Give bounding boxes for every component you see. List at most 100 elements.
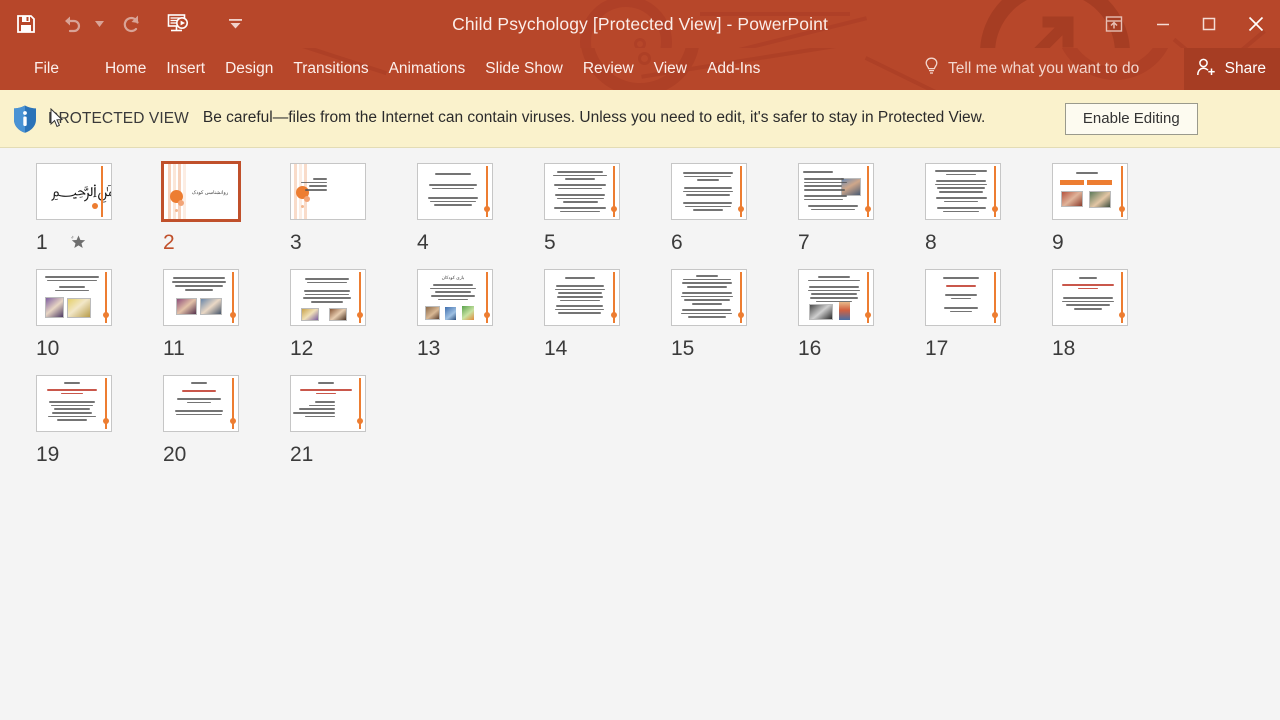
- decorative-arrow: [1016, 2, 1088, 48]
- tab-transitions[interactable]: Transitions: [283, 48, 378, 90]
- slide-number: 19: [36, 442, 60, 466]
- tab-add-ins[interactable]: Add-Ins: [697, 48, 770, 90]
- slide-image: [301, 308, 319, 321]
- slide-number: 9: [1052, 230, 1064, 254]
- redo-button[interactable]: [112, 4, 152, 44]
- slide-thumbnail-6[interactable]: 6: [671, 163, 798, 255]
- customize-quick-access-toolbar-button[interactable]: [222, 4, 248, 44]
- slide-thumbnail-11[interactable]: 11: [163, 269, 290, 361]
- tab-home[interactable]: Home: [95, 48, 156, 90]
- lightbulb-icon: [924, 57, 939, 81]
- undo-button[interactable]: [52, 4, 92, 44]
- slide-calligraphy: ﷽: [51, 176, 111, 206]
- tab-review[interactable]: Review: [573, 48, 644, 90]
- window-controls: [1088, 0, 1280, 48]
- slide-thumbnail-17[interactable]: 17: [925, 269, 1052, 361]
- slide-image: [809, 304, 833, 320]
- slide-thumbnail-21[interactable]: 21: [290, 375, 417, 467]
- restore-button[interactable]: [1186, 2, 1232, 46]
- slide-image: [200, 298, 222, 315]
- slide-image: [462, 306, 474, 320]
- enable-editing-button[interactable]: Enable Editing: [1064, 102, 1198, 135]
- tab-view[interactable]: View: [644, 48, 697, 90]
- slide-thumbnail-15[interactable]: 15: [671, 269, 798, 361]
- decorative-circle: [580, 0, 672, 48]
- slide-number: 10: [36, 336, 60, 360]
- slide-number: 6: [671, 230, 683, 254]
- slide-thumbnail-1[interactable]: ﷽ 1: [36, 163, 163, 255]
- slide-thumbnail-13[interactable]: بازی کودکان 13: [417, 269, 544, 361]
- slide-thumbnail-2[interactable]: روانشناسی کودک 2: [161, 161, 290, 255]
- slide-thumbnail-14[interactable]: 14: [544, 269, 671, 361]
- slide-thumbnail-19[interactable]: 19: [36, 375, 163, 467]
- slide-thumbnail-7[interactable]: 7: [798, 163, 925, 255]
- quick-access-toolbar: [0, 0, 248, 48]
- slide-number: 5: [544, 230, 556, 254]
- slide-thumbnail-5[interactable]: 5: [544, 163, 671, 255]
- slide-thumbnail-9[interactable]: 9: [1052, 163, 1179, 255]
- tell-me-search[interactable]: Tell me what you want to do: [924, 48, 1139, 90]
- slide-thumbnail-18[interactable]: 18: [1052, 269, 1179, 361]
- ribbon-display-options-button[interactable]: [1088, 2, 1140, 46]
- decorative-dot: [634, 38, 646, 48]
- slide-number: 17: [925, 336, 949, 360]
- animation-star-icon[interactable]: [70, 234, 87, 251]
- slide-image: [1061, 191, 1083, 207]
- slide-image: [45, 297, 64, 318]
- slide-image: [67, 298, 91, 318]
- slide-number: 13: [417, 336, 441, 360]
- tab-insert[interactable]: Insert: [156, 48, 215, 90]
- powerpoint-window: Child Psychology [Protected View] - Powe…: [0, 0, 1280, 720]
- slide-thumbnail-4[interactable]: 4: [417, 163, 544, 255]
- tab-animations[interactable]: Animations: [379, 48, 476, 90]
- decorative-line: [642, 16, 868, 48]
- save-button[interactable]: [6, 4, 46, 44]
- start-from-beginning-button[interactable]: [158, 4, 198, 44]
- tell-me-placeholder: Tell me what you want to do: [948, 60, 1140, 77]
- close-button[interactable]: [1232, 2, 1280, 46]
- slide-image: [1089, 191, 1111, 208]
- slide-number: 14: [544, 336, 568, 360]
- minimize-button[interactable]: [1140, 2, 1186, 46]
- slide-image: [425, 306, 440, 320]
- person-add-icon: [1196, 57, 1217, 82]
- slide-number: 7: [798, 230, 810, 254]
- slide-thumbnail-8[interactable]: 8: [925, 163, 1052, 255]
- slide-image: [176, 298, 197, 315]
- slide-number: 8: [925, 230, 937, 254]
- undo-dropdown-arrow[interactable]: [92, 4, 106, 44]
- tab-file[interactable]: File: [24, 48, 69, 90]
- tab-design[interactable]: Design: [215, 48, 283, 90]
- slide-grid: ﷽ 1: [0, 161, 1280, 481]
- share-button[interactable]: Share: [1183, 48, 1280, 90]
- tab-slide-show[interactable]: Slide Show: [475, 48, 573, 90]
- ribbon-tabs: File Home Insert Design Transitions Anim…: [0, 48, 770, 90]
- decorative-line: [700, 12, 850, 16]
- slide-number: 16: [798, 336, 822, 360]
- slide-image: [445, 307, 456, 320]
- slide-number: 18: [1052, 336, 1076, 360]
- slide-number: 15: [671, 336, 695, 360]
- protected-view-bar: PROTECTED VIEW Be careful—files from the…: [0, 90, 1280, 148]
- slide-number: 20: [163, 442, 187, 466]
- share-label: Share: [1224, 60, 1266, 77]
- protected-view-badge: PROTECTED VIEW: [48, 109, 189, 127]
- slide-number: 11: [163, 336, 185, 360]
- slide-number: 2: [163, 230, 175, 254]
- slide-number: 12: [290, 336, 314, 360]
- info-shield-icon: [10, 104, 40, 134]
- slide-image: [329, 308, 347, 321]
- slide-number: 1: [36, 230, 48, 254]
- protected-view-message: Be careful—files from the Internet can c…: [202, 109, 986, 127]
- slide-thumbnail-20[interactable]: 20: [163, 375, 290, 467]
- slide-image: [839, 302, 850, 320]
- slide-thumbnail-16[interactable]: 16: [798, 269, 925, 361]
- slide-sorter-pane[interactable]: ﷽ 1: [0, 149, 1280, 720]
- slide-number: 21: [290, 442, 314, 466]
- slide-thumbnail-3[interactable]: 3: [290, 163, 417, 255]
- slide-thumbnail-12[interactable]: 12: [290, 269, 417, 361]
- slide-number: 4: [417, 230, 429, 254]
- slide-number: 3: [290, 230, 302, 254]
- slide-title: روانشناسی کودک: [191, 190, 229, 196]
- slide-thumbnail-10[interactable]: 10: [36, 269, 163, 361]
